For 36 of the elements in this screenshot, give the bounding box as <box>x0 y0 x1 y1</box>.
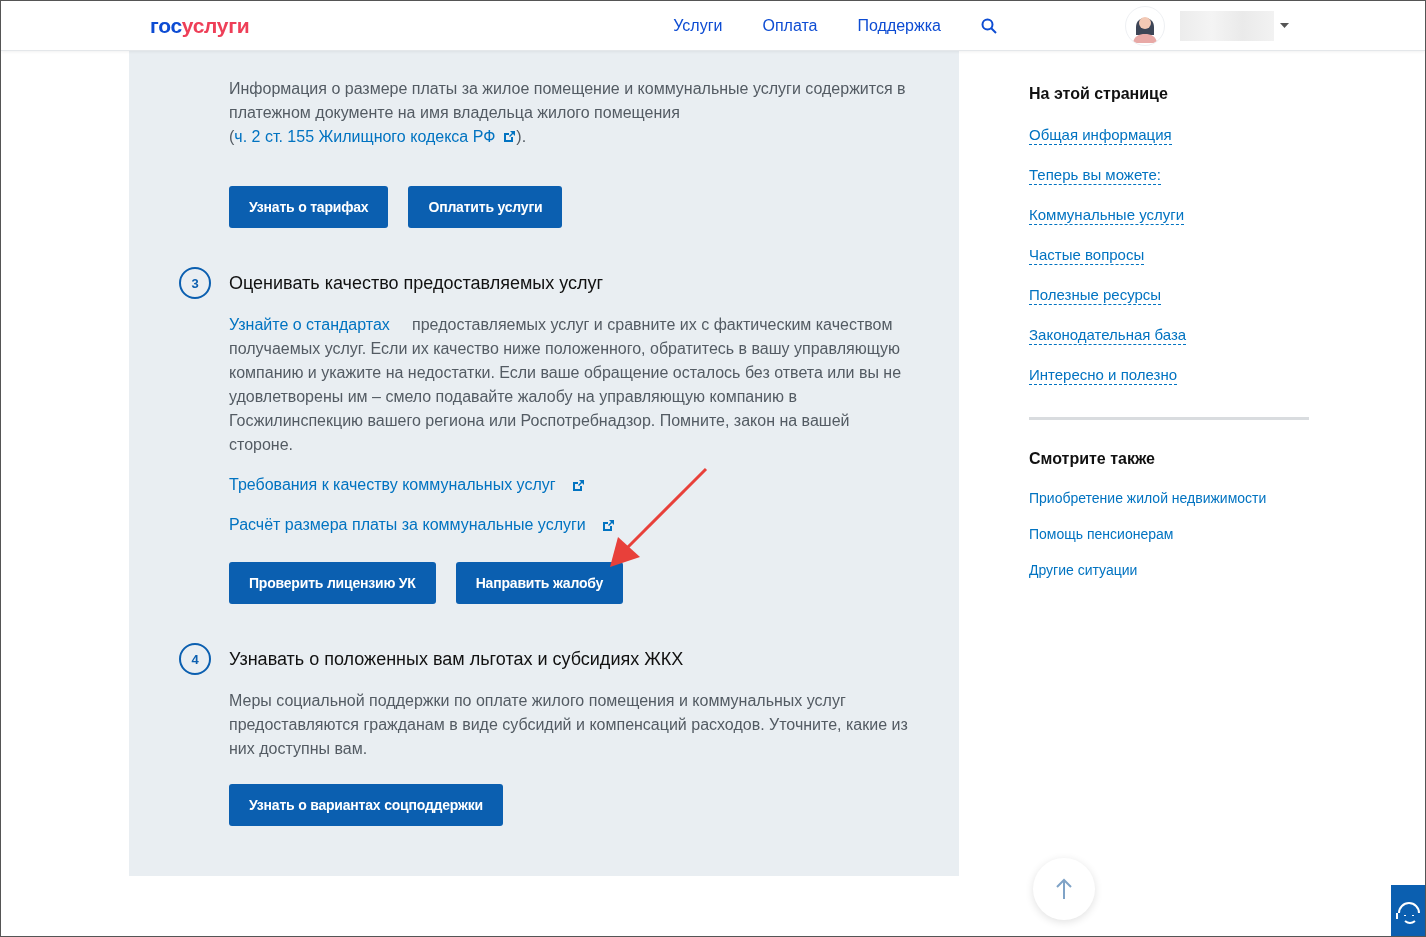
search-icon[interactable] <box>980 17 997 34</box>
anchor-link[interactable]: Интересно и полезно <box>1029 366 1178 385</box>
related-link[interactable]: Приобретение жилой недвижимости <box>1029 489 1267 507</box>
action-button[interactable]: Узнать о вариантах соцподдержки <box>229 784 503 826</box>
arrow-up-icon <box>1055 878 1073 900</box>
action-button[interactable]: Узнать о тарифах <box>229 186 389 228</box>
anchor-link[interactable]: Общая информация <box>1029 126 1172 145</box>
paragraph: Меры социальной поддержки по оплате жилого помещения и коммунальных услуг предоставляются гражданам в виде субсидий и компенсаций расходов. Уточните, какие из них доступны вам. <box>229 691 909 759</box>
action-button[interactable]: Оплатить услуги <box>408 186 563 228</box>
dropdown-caret-icon[interactable] <box>1279 23 1289 28</box>
related-link[interactable]: Другие ситуации <box>1029 561 1138 579</box>
text-link[interactable]: Требования к качеству коммунальных услуг <box>229 473 585 497</box>
anchor-link[interactable]: Полезные ресурсы <box>1029 286 1162 305</box>
step-number: 4 <box>179 643 211 675</box>
text-link[interactable]: Узнайте о стандартах <box>229 316 390 333</box>
anchor-link[interactable]: Законодательная база <box>1029 326 1187 345</box>
step-number: 3 <box>179 267 211 299</box>
anchor-link[interactable]: Теперь вы можете: <box>1029 166 1161 185</box>
paragraph: Узнайте о стандартах предоставляемых услуг и сравните их с фактическим качеством получаемых услуг. Если их качество ниже положенного, обратитесь в вашу управляющую компанию и укажите на недостатки. Если ваше обращение осталось без ответа или вы не удовлетворены им – смело подавайте жалобу на управляющую компанию в Госжилинспекцию вашего региона или Роспотребнадзор. Помните, закон на вашей стороне. <box>229 315 903 455</box>
support-button[interactable] <box>1391 885 1425 936</box>
related-link[interactable]: Помощь пенсионерам <box>1029 525 1174 543</box>
nav-link[interactable]: Оплата <box>762 16 818 35</box>
anchor-link[interactable]: Коммунальные услуги <box>1029 206 1185 225</box>
logo[interactable]: госуслуги <box>150 13 250 38</box>
section-title: Смотрите также <box>1029 450 1156 468</box>
paragraph: Информация о размере платы за жилое помещение и коммунальные услуги содержится в платежном документе на имя владельца жилого помещения (ч. 2 ст. 155 Жилищного кодекса РФ ). <box>229 79 907 147</box>
step-title: Оценивать качество предоставляемых услуг <box>229 272 604 294</box>
nav-link[interactable]: Поддержка <box>857 16 941 35</box>
text-link[interactable]: ч. 2 ст. 155 Жилищного кодекса РФ <box>234 128 517 145</box>
anchor-link[interactable]: Частые вопросы <box>1029 246 1145 265</box>
step-title: Узнавать о положенных вам льготах и субсидиях ЖКХ <box>229 648 684 670</box>
section-title: На этой странице <box>1029 85 1169 103</box>
nav-link[interactable]: Услуги <box>673 16 723 35</box>
action-button[interactable]: Направить жалобу <box>455 562 624 604</box>
text-link[interactable]: Расчёт размера платы за коммунальные услуги <box>229 513 615 537</box>
action-button[interactable]: Проверить лицензию УК <box>229 562 436 604</box>
